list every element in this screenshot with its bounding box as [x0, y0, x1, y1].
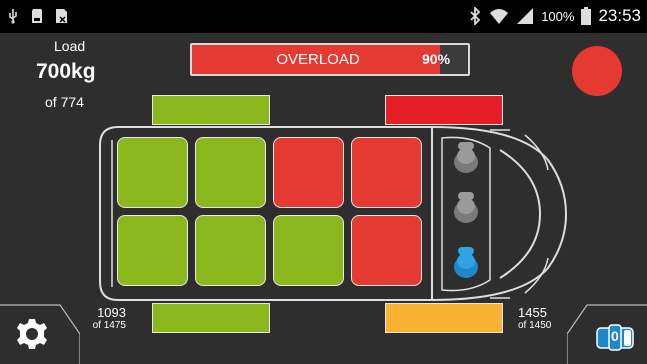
seat-1	[454, 142, 478, 173]
load-cell-r1-c1[interactable]	[117, 137, 188, 208]
seat-3	[454, 247, 478, 278]
load-cell-r1-c2[interactable]	[195, 137, 266, 208]
load-cell-r2-c3[interactable]	[273, 215, 344, 286]
gear-icon[interactable]	[16, 318, 48, 350]
left-axle-weight: 1093 of 1475	[86, 305, 126, 331]
right-axle-weight-capacity: of 1450	[518, 320, 552, 331]
right-axle-weight: 1455 of 1450	[518, 305, 551, 331]
seat-2	[454, 192, 478, 223]
left-axle-weight-capacity: of 1475	[92, 320, 126, 331]
load-cell-r2-c2[interactable]	[195, 215, 266, 286]
load-cell-r1-c4[interactable]	[351, 137, 422, 208]
view-toggle-button[interactable]: 0	[596, 324, 634, 351]
view-toggle-value: 0	[611, 328, 619, 344]
load-cell-r2-c4[interactable]	[351, 215, 422, 286]
load-cell-r2-c1[interactable]	[117, 215, 188, 286]
left-axle-weight-value: 1093	[97, 305, 126, 320]
load-cell-r1-c3[interactable]	[273, 137, 344, 208]
right-axle-weight-value: 1455	[518, 305, 547, 320]
